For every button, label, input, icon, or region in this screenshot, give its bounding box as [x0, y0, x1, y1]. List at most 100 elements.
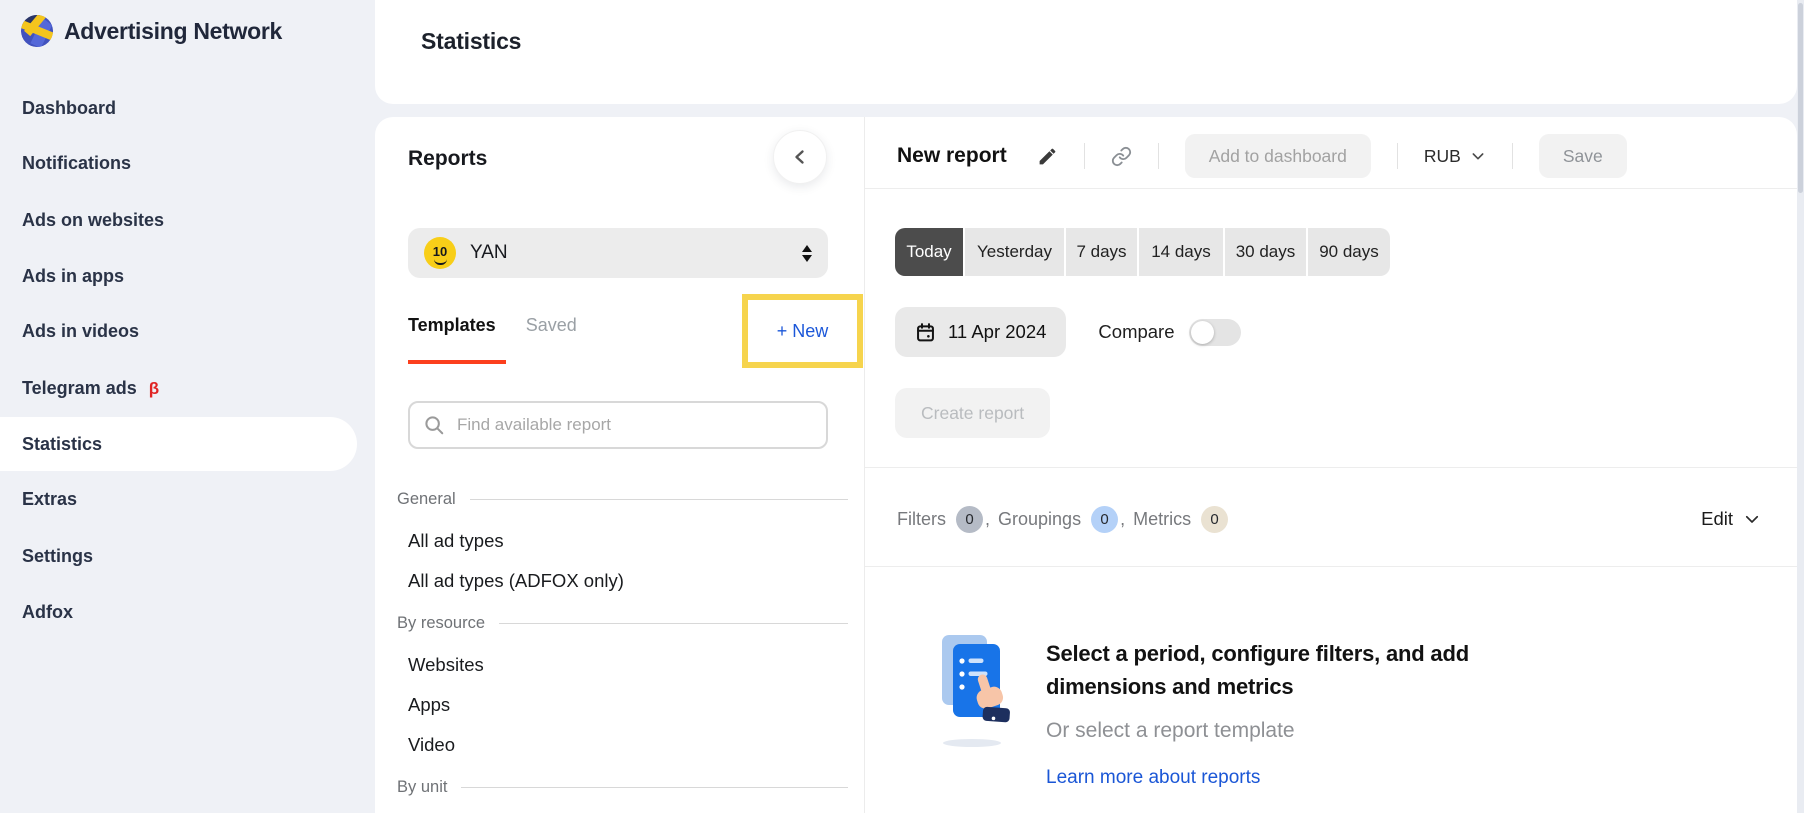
toolbar-divider — [1158, 143, 1159, 169]
date-picker-button[interactable]: 11 Apr 2024 — [895, 307, 1066, 357]
period-today[interactable]: Today — [895, 228, 963, 276]
compare-toggle[interactable] — [1189, 319, 1241, 346]
section-label-by-unit: By unit — [397, 765, 848, 809]
reports-panel-title: Reports — [408, 147, 487, 171]
add-to-dashboard-button[interactable]: Add to dashboard — [1185, 134, 1371, 178]
section-label-general: General — [397, 477, 848, 521]
tab-saved[interactable]: Saved — [526, 315, 577, 336]
sidebar: Advertising Network Dashboard Notificati… — [0, 0, 375, 813]
section-label-by-resource: By resource — [397, 601, 848, 645]
list-item[interactable]: Websites — [397, 645, 848, 685]
logo-icon — [20, 14, 54, 48]
empty-state-subtitle: Or select a report template — [1046, 719, 1536, 743]
list-item[interactable]: Apps — [397, 685, 848, 725]
toolbar-divider — [1512, 143, 1513, 169]
divider — [865, 467, 1797, 468]
currency-value: RUB — [1424, 146, 1461, 167]
period-7-days[interactable]: 7 days — [1066, 228, 1137, 276]
edit-name-icon[interactable] — [1037, 146, 1058, 167]
sidebar-item-adfox[interactable]: Adfox — [0, 585, 357, 639]
groupings-label: Groupings — [998, 509, 1081, 530]
account-select-value: YAN — [470, 242, 508, 264]
groupings-count-badge: 0 — [1091, 506, 1118, 533]
list-item[interactable]: All ad types (ADFOX only) — [397, 561, 848, 601]
sidebar-item-telegram-ads[interactable]: Telegram ads β — [0, 361, 357, 415]
toggle-knob — [1191, 321, 1214, 344]
report-builder-panel: New report Add to dashboard RUB — [865, 117, 1797, 813]
smile-glyph — [434, 259, 447, 265]
calendar-icon — [915, 322, 936, 343]
metrics-label: Metrics — [1133, 509, 1191, 530]
period-yesterday[interactable]: Yesterday — [965, 228, 1064, 276]
sidebar-item-ads-on-websites[interactable]: Ads on websites — [0, 193, 357, 247]
logo-text: Advertising Network — [64, 18, 282, 45]
reports-tabs: Templates Saved — [408, 315, 577, 336]
period-30-days[interactable]: 30 days — [1225, 228, 1306, 276]
page-header: Statistics — [375, 0, 1797, 104]
new-report-highlight-box: + New — [742, 294, 863, 368]
create-report-button[interactable]: Create report — [895, 388, 1050, 438]
account-select[interactable]: 10 YAN — [408, 228, 828, 278]
date-value: 11 Apr 2024 — [948, 321, 1046, 343]
sidebar-item-statistics[interactable]: Statistics — [0, 417, 357, 471]
tab-templates[interactable]: Templates — [408, 315, 496, 336]
sidebar-item-label: Telegram ads — [22, 378, 137, 398]
search-icon — [423, 414, 445, 436]
date-row: 11 Apr 2024 Compare — [895, 307, 1241, 357]
empty-illustration — [940, 631, 1012, 789]
divider — [865, 566, 1797, 567]
divider — [865, 188, 1797, 189]
report-search — [408, 401, 828, 449]
list-item[interactable]: Video — [397, 725, 848, 765]
filters-summary: Filters 0 , Groupings 0 , Metrics 0 — [897, 501, 1228, 537]
section-rule — [499, 623, 848, 624]
sidebar-item-ads-in-videos[interactable]: Ads in videos — [0, 304, 357, 358]
sidebar-item-notifications[interactable]: Notifications — [0, 136, 357, 190]
content-card: Reports 10 YAN Templates Saved — [375, 117, 1797, 813]
currency-select[interactable]: RUB — [1424, 146, 1486, 167]
report-template-list: General All ad types All ad types (ADFOX… — [397, 477, 848, 809]
learn-more-link[interactable]: Learn more about reports — [1046, 767, 1536, 789]
scrollbar[interactable] — [1797, 0, 1804, 813]
logo[interactable]: Advertising Network — [20, 14, 282, 48]
chevron-left-icon — [788, 145, 812, 169]
period-14-days[interactable]: 14 days — [1139, 228, 1223, 276]
edit-label: Edit — [1701, 508, 1733, 530]
sidebar-item-dashboard[interactable]: Dashboard — [0, 81, 357, 135]
period-90-days[interactable]: 90 days — [1308, 228, 1390, 276]
section-rule — [461, 787, 848, 788]
reports-panel: Reports 10 YAN Templates Saved — [375, 117, 865, 813]
beta-badge: β — [149, 379, 159, 398]
save-button[interactable]: Save — [1539, 134, 1627, 178]
section-rule — [470, 499, 848, 500]
edit-summary-button[interactable]: Edit — [1701, 501, 1761, 537]
sidebar-item-ads-in-apps[interactable]: Ads in apps — [0, 249, 357, 303]
section-label-text: By resource — [397, 614, 485, 633]
separator: , — [985, 509, 990, 530]
report-toolbar: New report Add to dashboard RUB — [897, 133, 1627, 179]
share-link-icon[interactable] — [1111, 146, 1132, 167]
empty-state-text: Select a period, configure filters, and … — [1046, 631, 1536, 789]
active-tab-underline — [408, 360, 506, 364]
metrics-count-badge: 0 — [1201, 506, 1228, 533]
period-segmented-control: Today Yesterday 7 days 14 days 30 days 9… — [895, 228, 1390, 276]
account-badge-number: 10 — [433, 245, 447, 258]
search-input[interactable] — [455, 414, 813, 436]
filters-count-badge: 0 — [956, 506, 983, 533]
scrollbar-thumb[interactable] — [1798, 3, 1803, 193]
section-label-text: General — [397, 490, 456, 509]
chevron-down-icon — [1743, 510, 1761, 528]
section-label-text: By unit — [397, 778, 447, 797]
page-title: Statistics — [421, 28, 521, 55]
list-item[interactable]: All ad types — [397, 521, 848, 561]
select-sort-icon — [802, 245, 812, 262]
filters-label: Filters — [897, 509, 946, 530]
collapse-panel-button[interactable] — [773, 130, 827, 184]
sidebar-item-settings[interactable]: Settings — [0, 529, 357, 583]
compare-label: Compare — [1098, 321, 1174, 343]
new-report-button[interactable]: + New — [777, 321, 829, 342]
account-badge-icon: 10 — [424, 237, 456, 269]
empty-state: Select a period, configure filters, and … — [940, 631, 1536, 789]
separator: , — [1120, 509, 1125, 530]
sidebar-item-extras[interactable]: Extras — [0, 472, 357, 526]
